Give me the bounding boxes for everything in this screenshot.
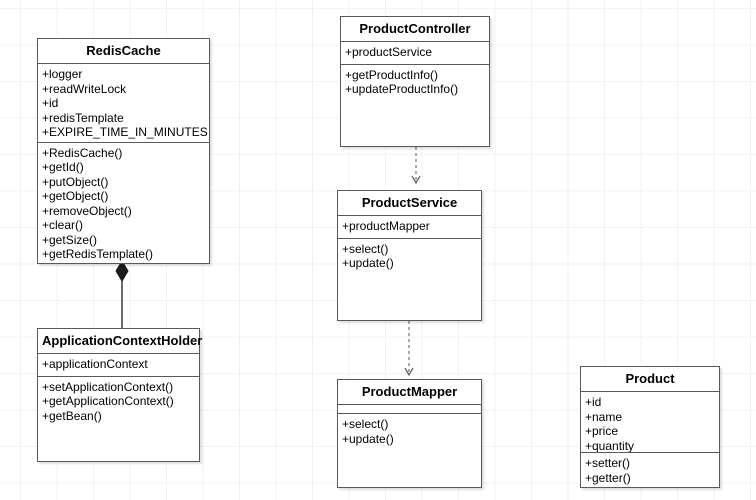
class-name-product-controller: ProductController	[341, 17, 489, 42]
operations-product-service: +select() +update()	[338, 239, 481, 321]
operation-item: +setApplicationContext()	[42, 379, 174, 394]
attribute-item: +name	[585, 409, 623, 424]
operation-item: +update()	[342, 431, 394, 446]
operation-item: +select()	[342, 417, 389, 431]
operation-item: +getRedisTemplate()	[42, 247, 154, 262]
operation-item: +setter()	[585, 456, 631, 471]
attribute-item: +price	[585, 424, 619, 438]
diagram-canvas: RedisCache +logger +readWriteLock +id +r…	[0, 0, 756, 500]
attribute-item: +redisTemplate	[42, 110, 124, 125]
class-name-product-service: ProductService	[338, 191, 481, 216]
operation-item: +getApplicationContext()	[42, 394, 174, 408]
operations-product-mapper: +select() +update()	[338, 414, 481, 487]
attribute-item: +applicationContext	[42, 357, 148, 371]
attribute-item: +EXPIRE_TIME_IN_MINUTES	[42, 125, 208, 139]
edge-composition-appcontextholder-redischache	[115, 260, 129, 330]
uml-class-application-context-holder[interactable]: ApplicationContextHolder +applicationCon…	[37, 328, 202, 462]
operations-redis-cache: +RedisCache() +getId() +putObject() +get…	[38, 143, 209, 263]
operation-item: +getBean()	[42, 408, 102, 423]
attribute-item: +readWriteLock	[42, 81, 127, 96]
attributes-product-service: +productMapper	[338, 216, 481, 239]
attributes-product-controller: +productService	[341, 42, 489, 65]
operation-item: +putObject()	[42, 174, 109, 189]
operation-item: +clear()	[42, 218, 84, 233]
operation-item: +getter()	[585, 470, 631, 485]
attribute-item: +id	[585, 395, 602, 409]
attribute-item: +logger	[42, 67, 83, 81]
attributes-application-context-holder: +applicationContext	[38, 354, 199, 377]
attribute-item: +productMapper	[342, 219, 430, 233]
operation-item: +update()	[342, 256, 394, 270]
operation-item: +getId()	[42, 160, 84, 175]
operation-item: +getSize()	[42, 232, 98, 247]
operations-product: +setter() +getter()	[581, 453, 719, 487]
class-name-application-context-holder: ApplicationContextHolder	[38, 329, 202, 354]
operation-item: +updateProductInfo()	[345, 82, 459, 96]
uml-class-product[interactable]: Product +id +name +price +quantity +sett…	[580, 366, 720, 488]
uml-class-product-service[interactable]: ProductService +productMapper +select() …	[337, 190, 482, 321]
operations-application-context-holder: +setApplicationContext() +getApplication…	[38, 377, 199, 462]
attribute-item: +id	[42, 96, 59, 110]
operation-item: +getProductInfo()	[345, 67, 439, 82]
attribute-item: +quantity	[585, 438, 635, 453]
operation-item: +getObject()	[42, 189, 109, 204]
uml-class-product-controller[interactable]: ProductController +productService +getPr…	[340, 16, 490, 147]
attributes-product-mapper	[338, 405, 481, 414]
operation-item: +select()	[342, 241, 389, 256]
class-name-redis-cache: RedisCache	[38, 39, 209, 64]
class-name-product-mapper: ProductMapper	[338, 380, 481, 405]
class-name-product: Product	[581, 367, 719, 392]
uml-class-redis-cache[interactable]: RedisCache +logger +readWriteLock +id +r…	[37, 38, 210, 264]
operation-item: +RedisCache()	[42, 145, 123, 160]
attributes-redis-cache: +logger +readWriteLock +id +redisTemplat…	[38, 64, 209, 143]
attributes-product: +id +name +price +quantity	[581, 392, 719, 454]
filled-diamond-marker	[115, 260, 129, 282]
operation-item: +removeObject()	[42, 203, 132, 218]
operations-product-controller: +getProductInfo() +updateProductInfo()	[341, 65, 489, 147]
uml-class-product-mapper[interactable]: ProductMapper +select() +update()	[337, 379, 482, 488]
attribute-item: +productService	[345, 45, 433, 59]
